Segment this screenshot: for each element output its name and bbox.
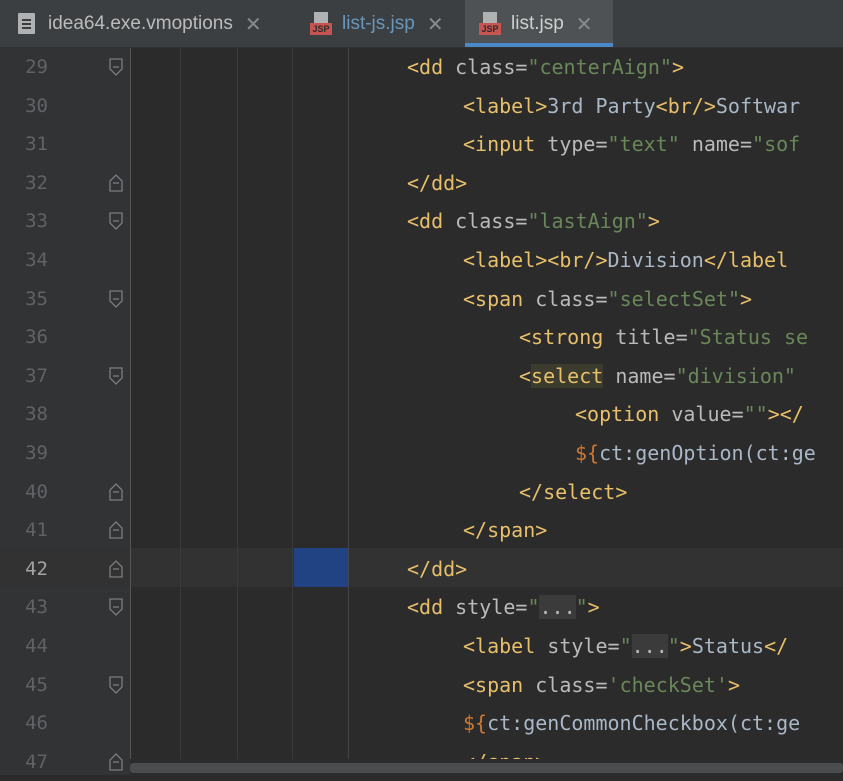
line-number: 31 bbox=[25, 133, 48, 156]
line-number: 30 bbox=[25, 94, 48, 117]
editor-tab-bar: idea64.exe.vmoptions ✕ JSP list-js.jsp ✕… bbox=[0, 0, 843, 48]
line-number: 35 bbox=[25, 287, 48, 310]
code-text[interactable]: <span class='checkSet'> bbox=[463, 666, 740, 704]
code-text[interactable]: <label>3rd Party<br/>Softwar bbox=[463, 87, 800, 125]
code-text[interactable]: <label style="...">Status</ bbox=[463, 627, 788, 665]
code-text[interactable]: </select> bbox=[519, 473, 627, 511]
close-icon[interactable]: ✕ bbox=[245, 12, 262, 36]
line-number: 39 bbox=[25, 442, 48, 464]
code-text[interactable]: </dd> bbox=[407, 550, 467, 588]
fold-collapse-icon[interactable] bbox=[109, 212, 123, 231]
code-line[interactable]: 41 </span> bbox=[0, 511, 843, 549]
fold-collapse-icon[interactable] bbox=[109, 289, 123, 308]
code-editor[interactable]: 29 <dd class="centerAign"> 30 <label>3rd Pa… bbox=[0, 48, 843, 775]
code-line[interactable]: 42 </dd> bbox=[0, 550, 843, 588]
close-icon[interactable]: ✕ bbox=[427, 12, 444, 36]
line-number: 43 bbox=[25, 596, 48, 619]
code-text[interactable]: <dd style="..."> bbox=[407, 588, 600, 626]
jsp-file-icon: JSP bbox=[310, 11, 332, 36]
tab-list-js-jsp[interactable]: JSP list-js.jsp ✕ bbox=[296, 0, 464, 47]
code-text[interactable]: ${ct:genOption(ct:ge bbox=[575, 434, 816, 472]
tab-idea64-vmoptions[interactable]: idea64.exe.vmoptions ✕ bbox=[0, 0, 296, 47]
code-line[interactable]: 38 <option value=""></ bbox=[0, 395, 843, 433]
fold-collapse-icon[interactable] bbox=[109, 675, 123, 694]
code-text[interactable]: <input type="text" name="sof bbox=[463, 125, 800, 163]
line-number: 42 bbox=[25, 557, 48, 580]
tab-list-jsp[interactable]: JSP list.jsp ✕ bbox=[465, 0, 613, 47]
code-line[interactable]: 44 <label style="...">Status</ bbox=[0, 627, 843, 665]
fold-collapse-icon[interactable] bbox=[109, 58, 123, 76]
code-line[interactable]: 45 <span class='checkSet'> bbox=[0, 666, 843, 704]
fold-end-icon[interactable] bbox=[109, 559, 123, 578]
code-line[interactable]: 30 <label>3rd Party<br/>Softwar bbox=[0, 87, 843, 125]
code-line[interactable]: 31 <input type="text" name="sof bbox=[0, 125, 843, 163]
code-text[interactable]: </dd> bbox=[407, 164, 467, 202]
code-line[interactable]: 46 ${ct:genCommonCheckbox(ct:ge bbox=[0, 704, 843, 742]
code-text[interactable]: </span> bbox=[463, 511, 547, 549]
code-line[interactable]: 39 ${ct:genOption(ct:ge bbox=[0, 434, 843, 472]
line-number: 29 bbox=[25, 56, 48, 78]
fold-collapse-icon[interactable] bbox=[109, 598, 123, 617]
code-line[interactable]: 43 <dd style="..."> bbox=[0, 588, 843, 626]
line-number: 40 bbox=[25, 480, 48, 503]
line-number: 46 bbox=[25, 712, 48, 735]
code-text[interactable]: ${ct:genCommonCheckbox(ct:ge bbox=[463, 704, 800, 742]
line-number: 47 bbox=[25, 750, 48, 773]
code-text[interactable]: <select name="division" bbox=[519, 357, 796, 395]
line-number: 32 bbox=[25, 171, 48, 194]
code-line[interactable]: 33 <dd class="lastAign"> bbox=[0, 202, 843, 240]
tab-label: list.jsp bbox=[511, 12, 564, 34]
horizontal-scrollbar[interactable] bbox=[130, 759, 843, 775]
document-icon bbox=[16, 12, 38, 36]
fold-collapse-icon[interactable] bbox=[109, 367, 123, 385]
line-number: 37 bbox=[25, 364, 48, 387]
close-icon[interactable]: ✕ bbox=[576, 12, 593, 36]
code-line[interactable]: 37 <select name="division" bbox=[0, 357, 843, 395]
code-line[interactable]: 34 <label><br/>Division</label bbox=[0, 241, 843, 279]
line-number: 41 bbox=[25, 519, 48, 542]
line-number: 44 bbox=[25, 635, 48, 657]
code-text[interactable]: <dd class="lastAign"> bbox=[407, 202, 660, 240]
code-text[interactable]: <span class="selectSet"> bbox=[463, 280, 752, 318]
code-line[interactable]: 36 <strong title="Status se bbox=[0, 318, 843, 356]
tab-label: idea64.exe.vmoptions bbox=[48, 12, 233, 34]
scrollbar-thumb[interactable] bbox=[130, 763, 843, 773]
code-text[interactable]: <strong title="Status se bbox=[519, 318, 808, 356]
code-text[interactable]: <dd class="centerAign"> bbox=[407, 48, 684, 86]
code-line[interactable]: 32 </dd> bbox=[0, 164, 843, 202]
fold-end-icon[interactable] bbox=[109, 482, 123, 501]
fold-end-icon[interactable] bbox=[109, 173, 123, 192]
fold-end-icon[interactable] bbox=[109, 752, 123, 771]
code-line[interactable]: 35 <span class="selectSet"> bbox=[0, 280, 843, 318]
line-number: 45 bbox=[25, 673, 48, 696]
line-number: 33 bbox=[25, 210, 48, 233]
code-text[interactable]: <label><br/>Division</label bbox=[463, 241, 788, 279]
line-number: 34 bbox=[25, 249, 48, 271]
code-text[interactable]: <option value=""></ bbox=[575, 395, 804, 433]
line-number: 38 bbox=[25, 403, 48, 426]
code-line[interactable]: 40 </select> bbox=[0, 473, 843, 511]
fold-end-icon[interactable] bbox=[109, 521, 123, 539]
jsp-file-icon: JSP bbox=[479, 11, 501, 36]
code-line[interactable]: 29 <dd class="centerAign"> bbox=[0, 48, 843, 86]
tab-label: list-js.jsp bbox=[342, 12, 415, 34]
line-number: 36 bbox=[25, 326, 48, 349]
